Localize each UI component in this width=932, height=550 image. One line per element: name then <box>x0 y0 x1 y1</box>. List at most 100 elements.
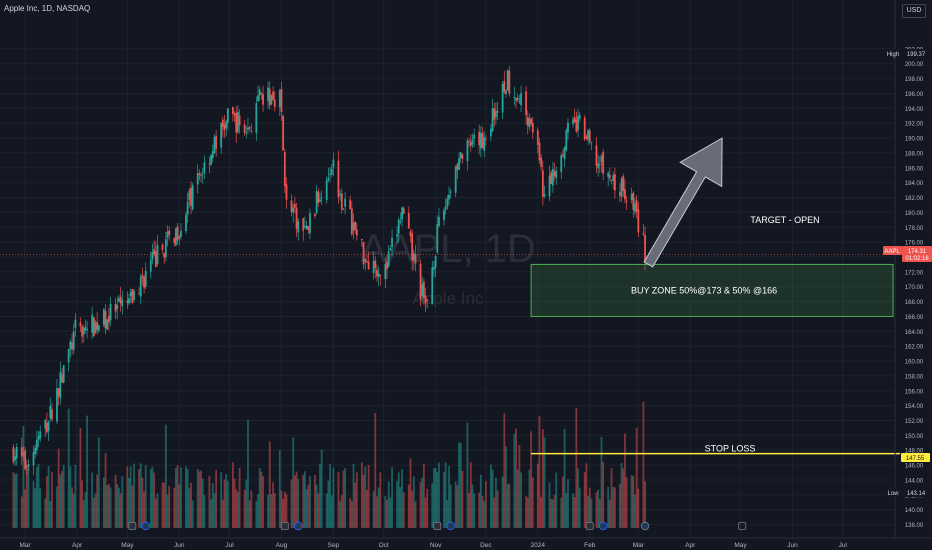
candle-body[interactable] <box>186 201 189 215</box>
candle-body[interactable] <box>508 70 511 94</box>
candle-body[interactable] <box>407 213 410 229</box>
candle-body[interactable] <box>349 199 352 210</box>
candle-body[interactable] <box>20 447 23 457</box>
candle-body[interactable] <box>585 136 588 139</box>
candle-body[interactable] <box>56 388 58 422</box>
candle-body[interactable] <box>613 174 616 191</box>
candle-body[interactable] <box>424 295 427 304</box>
candle-body[interactable] <box>642 233 645 235</box>
candle-body[interactable] <box>443 210 445 221</box>
candle-body[interactable] <box>548 175 551 197</box>
candle-body[interactable] <box>34 448 37 454</box>
candle-body[interactable] <box>414 254 417 264</box>
candle-body[interactable] <box>377 273 380 278</box>
candle-body[interactable] <box>607 172 610 177</box>
candle-body[interactable] <box>644 234 646 262</box>
candle-body[interactable] <box>295 207 298 229</box>
candle-body[interactable] <box>191 185 194 209</box>
candle-body[interactable] <box>97 325 100 331</box>
candle-body[interactable] <box>297 221 300 233</box>
candle-body[interactable] <box>180 230 182 237</box>
candle-body[interactable] <box>260 93 263 95</box>
candle-body[interactable] <box>360 239 363 241</box>
candle-body[interactable] <box>438 216 440 226</box>
candle-body[interactable] <box>92 317 95 337</box>
candle-body[interactable] <box>456 164 459 170</box>
dividend-icon[interactable] <box>598 521 608 531</box>
candle-body[interactable] <box>389 248 392 251</box>
candle-body[interactable] <box>587 130 589 140</box>
candle-body[interactable] <box>478 131 481 146</box>
candle-body[interactable] <box>560 155 563 173</box>
candle-body[interactable] <box>484 138 487 140</box>
candle-body[interactable] <box>565 130 568 150</box>
candle-body[interactable] <box>223 124 226 131</box>
candle-body[interactable] <box>96 322 99 330</box>
candle-body[interactable] <box>144 270 147 287</box>
candle-body[interactable] <box>129 292 132 296</box>
candle-body[interactable] <box>421 284 424 297</box>
candle-body[interactable] <box>273 99 276 107</box>
dividend-icon[interactable] <box>294 521 303 531</box>
candle-body[interactable] <box>46 423 48 432</box>
candle-body[interactable] <box>530 118 533 124</box>
candle-body[interactable] <box>339 193 342 195</box>
candle-body[interactable] <box>481 132 484 149</box>
candle-body[interactable] <box>575 119 578 132</box>
candle-body[interactable] <box>590 141 593 143</box>
candle-body[interactable] <box>238 115 241 126</box>
candle-body[interactable] <box>387 251 390 267</box>
candle-body[interactable] <box>25 465 28 467</box>
candle-body[interactable] <box>154 251 157 267</box>
dividend-icon[interactable] <box>141 521 150 531</box>
candle-body[interactable] <box>161 244 164 250</box>
candle-body[interactable] <box>283 152 286 187</box>
candle-body[interactable] <box>262 94 264 105</box>
candle-body[interactable] <box>540 157 543 167</box>
candle-body[interactable] <box>190 188 192 206</box>
candle-body[interactable] <box>602 152 605 174</box>
candle-body[interactable] <box>531 123 534 133</box>
candle-body[interactable] <box>563 147 566 159</box>
candle-body[interactable] <box>133 290 135 301</box>
candle-body[interactable] <box>419 263 422 300</box>
candle-body[interactable] <box>131 288 134 304</box>
candle-body[interactable] <box>354 221 357 231</box>
candle-body[interactable] <box>220 123 223 148</box>
candle-body[interactable] <box>520 93 522 106</box>
candle-body[interactable] <box>550 172 553 184</box>
candle-body[interactable] <box>541 170 544 197</box>
price-chart[interactable]: AAPL, 1D Apple Inc BUY ZONE 50%@173 & 50… <box>0 0 932 550</box>
candle-body[interactable] <box>491 108 494 132</box>
candle-body[interactable] <box>329 173 331 175</box>
candle-body[interactable] <box>376 269 378 277</box>
candle-body[interactable] <box>69 341 72 350</box>
candle-body[interactable] <box>337 160 340 197</box>
candle-body[interactable] <box>320 197 323 199</box>
candle-body[interactable] <box>473 134 476 139</box>
candle-body[interactable] <box>518 101 521 103</box>
candle-body[interactable] <box>471 139 474 145</box>
candle-body[interactable] <box>15 446 18 459</box>
target-arrow[interactable] <box>643 137 723 268</box>
candle-body[interactable] <box>168 230 171 235</box>
currency-button[interactable]: USD <box>902 4 926 18</box>
candle-body[interactable] <box>267 87 269 102</box>
candle-body[interactable] <box>536 130 539 145</box>
candle-body[interactable] <box>469 142 472 146</box>
candle-body[interactable] <box>221 119 224 127</box>
candle-body[interactable] <box>278 90 281 108</box>
candle-body[interactable] <box>175 228 177 246</box>
candle-body[interactable] <box>342 209 345 211</box>
candle-body[interactable] <box>397 219 400 234</box>
candle-body[interactable] <box>555 170 558 178</box>
candle-body[interactable] <box>188 190 191 201</box>
candle-body[interactable] <box>503 80 506 92</box>
candle-body[interactable] <box>67 349 70 363</box>
candle-body[interactable] <box>327 177 330 181</box>
candle-body[interactable] <box>344 198 347 207</box>
candle-body[interactable] <box>285 184 288 200</box>
time-axis[interactable]: Mar Apr May Jun Jul Aug Sep Oct Nov Dec 2024 Feb Mar… <box>20 542 848 549</box>
candle-body[interactable] <box>126 300 129 303</box>
earnings-outline-icon[interactable] <box>738 522 747 530</box>
